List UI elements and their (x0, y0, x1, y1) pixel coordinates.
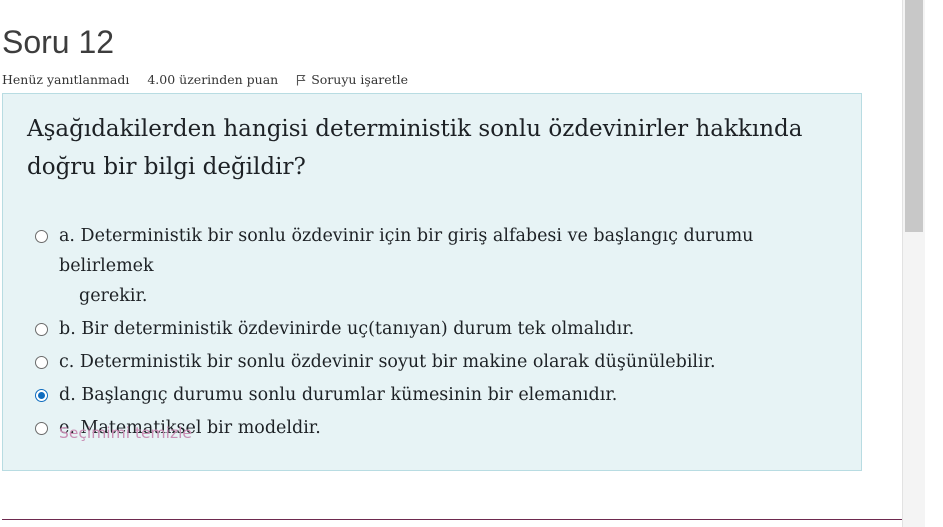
answer-label-d: d. Başlangıç durumu sonlu durumlar kümes… (59, 385, 618, 405)
answer-label-a-continued: gerekir. (79, 286, 148, 306)
question-info: Henüz yanıtlanmadı 4.00 üzerinden puan S… (2, 72, 408, 87)
answer-label-a: a. Deterministik bir sonlu özdevinir içi… (59, 226, 754, 276)
answer-option-b[interactable]: b. Bir deterministik özdevinirde uç(tanı… (35, 314, 835, 344)
section-divider (2, 519, 902, 520)
radio-c[interactable] (35, 356, 48, 369)
answer-status: Henüz yanıtlanmadı (2, 72, 130, 87)
window-edge (925, 0, 943, 527)
page-scrollbar[interactable] (902, 0, 943, 527)
answer-option-c[interactable]: c. Deterministik bir sonlu özdevinir soy… (35, 347, 835, 377)
question-text: Aşağıdakilerden hangisi deterministik so… (27, 116, 803, 180)
scrollbar-thumb[interactable] (905, 0, 923, 232)
answer-label-c: c. Deterministik bir sonlu özdevinir soy… (59, 352, 716, 372)
radio-e[interactable] (35, 422, 48, 435)
clear-selection-link[interactable]: Seçimimi temizle (59, 424, 192, 442)
radio-a[interactable] (35, 230, 48, 243)
flag-icon (297, 74, 306, 85)
answer-option-a[interactable]: a. Deterministik bir sonlu özdevinir içi… (35, 221, 835, 311)
radio-d[interactable] (35, 389, 48, 402)
answer-label-b: b. Bir deterministik özdevinirde uç(tanı… (59, 319, 635, 339)
question-points: 4.00 üzerinden puan (147, 72, 279, 87)
answer-list: a. Deterministik bir sonlu özdevinir içi… (35, 221, 835, 443)
flag-question-label: Soruyu işaretle (311, 72, 409, 87)
radio-b[interactable] (35, 323, 48, 336)
question-box: Aşağıdakilerden hangisi deterministik so… (2, 93, 862, 471)
answer-option-d[interactable]: d. Başlangıç durumu sonlu durumlar kümes… (35, 380, 835, 410)
question-title: Soru 12 (2, 24, 115, 60)
scrollbar-track[interactable] (902, 0, 925, 527)
flag-question-link[interactable]: Soruyu işaretle (296, 72, 408, 87)
